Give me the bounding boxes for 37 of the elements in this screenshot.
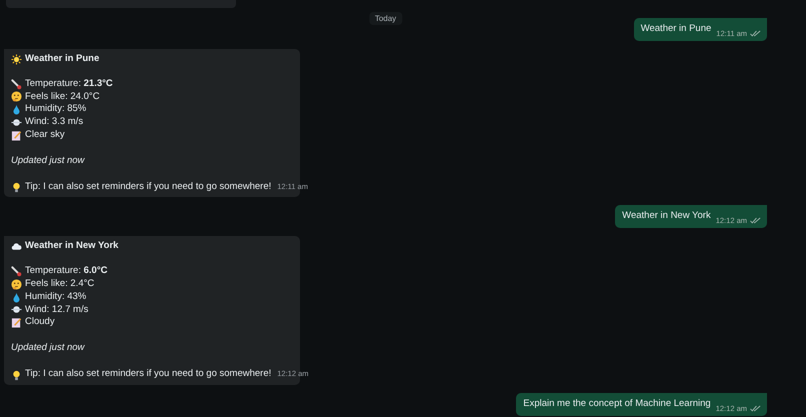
date-chip: Today	[368, 12, 402, 25]
light-bulb-icon	[11, 182, 22, 194]
double-check-icon	[750, 217, 761, 224]
sun-icon	[11, 54, 22, 65]
thinking-face-icon	[11, 278, 22, 290]
memo-icon	[11, 130, 22, 141]
weather-detail: Cloudy	[25, 316, 55, 330]
weather-detail: Feels like: 24.0°C	[25, 90, 100, 104]
wind-icon	[11, 304, 22, 316]
weather-detail: Feels like: 2.4°C	[25, 278, 94, 291]
thermometer-icon	[11, 266, 22, 278]
message-text: Weather in Pune	[640, 22, 712, 36]
weather-detail: Temperature: 21.3°C	[25, 78, 113, 91]
tip-text: Tip: I can also set reminders if you need to go somewhere!	[25, 180, 272, 194]
weather-detail: Humidity: 85%	[25, 103, 86, 116]
weather-title: Weather in New York	[25, 240, 118, 254]
weather-detail: Wind: 12.7 m/s	[25, 304, 88, 316]
weather-detail: Wind: 3.3 m/s	[25, 116, 84, 129]
weather-detail: Clear sky	[25, 128, 65, 142]
tip-text: Tip: I can also set reminders if you need to go somewhere!	[25, 368, 272, 381]
double-check-icon	[750, 404, 761, 412]
wind-icon	[11, 117, 22, 128]
thinking-face-icon	[11, 91, 22, 102]
weather-detail: Temperature: 6.0°C	[25, 265, 108, 278]
message-text: Explain me the concept of Machine Learning	[523, 396, 711, 411]
updated-note: Updated just now	[11, 342, 86, 355]
cloud-icon	[11, 241, 22, 252]
message-text: Weather in New York	[622, 209, 711, 224]
thermometer-icon	[11, 78, 22, 90]
weather-title: Weather in Pune	[25, 53, 100, 66]
droplet-icon	[11, 104, 22, 116]
droplet-icon	[11, 292, 22, 303]
memo-icon	[11, 317, 22, 328]
updated-note: Updated just now	[11, 154, 86, 168]
weather-detail: Humidity: 43%	[25, 290, 86, 304]
light-bulb-icon	[11, 370, 22, 381]
double-check-icon	[750, 30, 761, 37]
